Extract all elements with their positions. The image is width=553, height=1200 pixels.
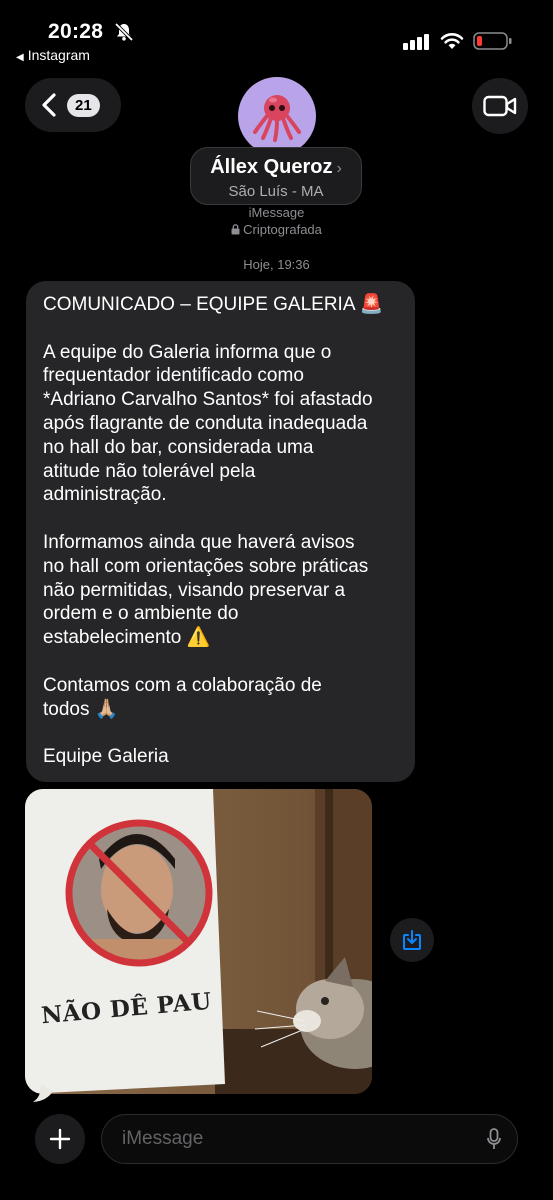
add-attachment-button[interactable] — [35, 1114, 85, 1164]
unread-count-badge: 21 — [67, 93, 100, 117]
battery-icon — [473, 32, 512, 50]
message-input-placeholder: iMessage — [122, 1128, 204, 1149]
save-image-button[interactable] — [390, 918, 434, 962]
contact-info-button[interactable]: Állex Queroz › São Luís - MA — [190, 147, 362, 205]
message-paragraph-1: A equipe do Galeria informa que o freque… — [43, 341, 373, 506]
message-bubble[interactable]: COMUNICADO – EQUIPE GALERIA 🚨 A equipe d… — [26, 281, 415, 782]
photo-sign-cat — [25, 789, 372, 1094]
back-triangle-icon: ◀ — [16, 52, 24, 63]
back-button[interactable]: 21 — [25, 78, 121, 132]
message-paragraph-2: Informamos ainda que haverá avisos no ha… — [43, 531, 369, 649]
message-timestamp: Hoje, 19:36 — [243, 257, 310, 272]
save-download-icon — [403, 930, 421, 950]
video-call-button[interactable] — [472, 78, 528, 134]
image-message[interactable]: NÃO DÊ PAU — [25, 789, 372, 1094]
message-signature: Equipe Galeria — [43, 746, 169, 768]
encryption-text: Criptografada — [243, 222, 322, 237]
back-app-label: Instagram — [27, 47, 90, 63]
avatar[interactable] — [238, 77, 316, 155]
contact-name-row: Állex Queroz › — [191, 156, 361, 179]
chevron-right-icon: › — [336, 160, 342, 177]
wifi-icon — [440, 33, 464, 49]
bell-slash-icon — [114, 22, 134, 42]
signal-icon — [403, 34, 429, 50]
contact-name: Állex Queroz — [210, 156, 333, 178]
chevron-left-icon — [42, 93, 56, 117]
encryption-label: Criptografada — [0, 222, 553, 237]
image-bubble-tail — [33, 1085, 53, 1102]
plus-icon — [49, 1128, 71, 1150]
message-input[interactable]: iMessage — [101, 1114, 518, 1164]
octopus-icon — [253, 95, 301, 142]
back-to-app-link[interactable]: ◀ Instagram — [16, 47, 90, 63]
video-camera-icon — [483, 95, 517, 117]
service-label: iMessage — [248, 205, 305, 220]
microphone-icon[interactable] — [487, 1128, 501, 1150]
message-title: COMUNICADO – EQUIPE GALERIA 🚨 — [43, 294, 384, 315]
status-time: 20:28 — [48, 20, 104, 43]
lock-icon — [231, 224, 240, 235]
contact-location: São Luís - MA — [228, 183, 324, 200]
message-paragraph-3: Contamos com a colaboração de todos 🙏🏼 — [43, 674, 322, 720]
